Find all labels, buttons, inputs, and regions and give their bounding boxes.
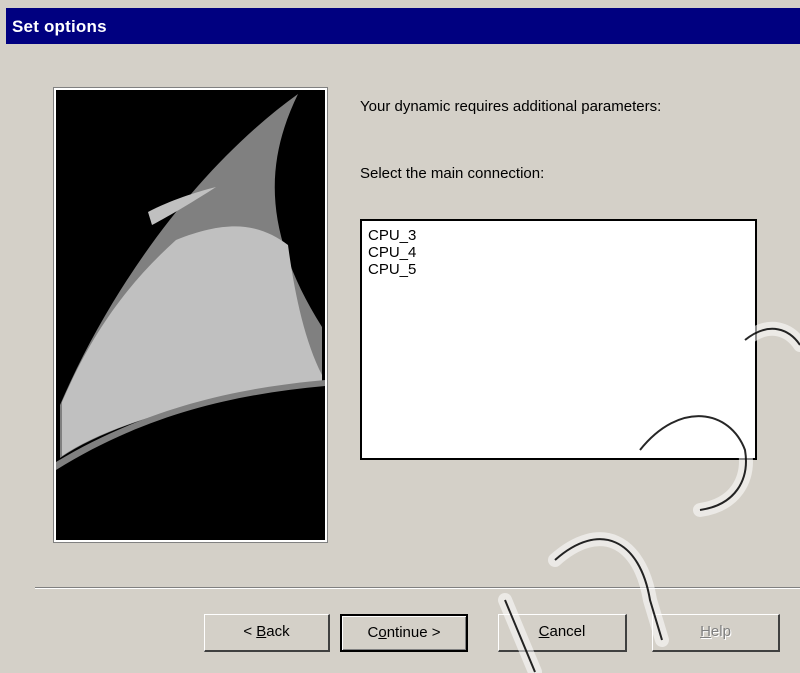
connection-listbox[interactable]: CPU_3 CPU_4 CPU_5 <box>360 219 757 460</box>
continue-button-rest: ntinue > <box>386 624 441 641</box>
back-button-mnemonic: B <box>256 623 267 640</box>
back-button[interactable]: < Back <box>204 614 330 652</box>
continue-button-prefix: C <box>367 624 379 641</box>
help-button[interactable]: Help <box>652 614 780 652</box>
help-button-mnemonic: H <box>700 623 711 640</box>
continue-button[interactable]: Continue > <box>340 614 468 652</box>
back-button-prefix: < <box>243 623 257 640</box>
select-label: Select the main connection: <box>360 165 545 182</box>
title-bar[interactable]: Set options <box>6 8 800 44</box>
back-button-rest: ack <box>266 623 290 640</box>
window-title: Set options <box>12 17 107 36</box>
cancel-button[interactable]: Cancel <box>498 614 627 652</box>
help-button-rest: elp <box>710 623 731 640</box>
set-options-dialog: Set options Your dynamic requires additi… <box>0 0 800 673</box>
cancel-button-mnemonic: C <box>538 623 550 640</box>
connection-item-cpu-4[interactable]: CPU_4 <box>362 244 755 261</box>
button-separator-highlight <box>35 588 800 589</box>
continue-button-mnemonic: o <box>378 624 387 641</box>
wizard-artwork-image <box>53 87 328 543</box>
intro-text: Your dynamic requires additional paramet… <box>360 98 662 115</box>
cancel-button-rest: ancel <box>549 623 586 640</box>
sail-artwork-graphic <box>56 90 325 540</box>
connection-item-cpu-3[interactable]: CPU_3 <box>362 227 755 244</box>
connection-item-cpu-5[interactable]: CPU_5 <box>362 261 755 278</box>
